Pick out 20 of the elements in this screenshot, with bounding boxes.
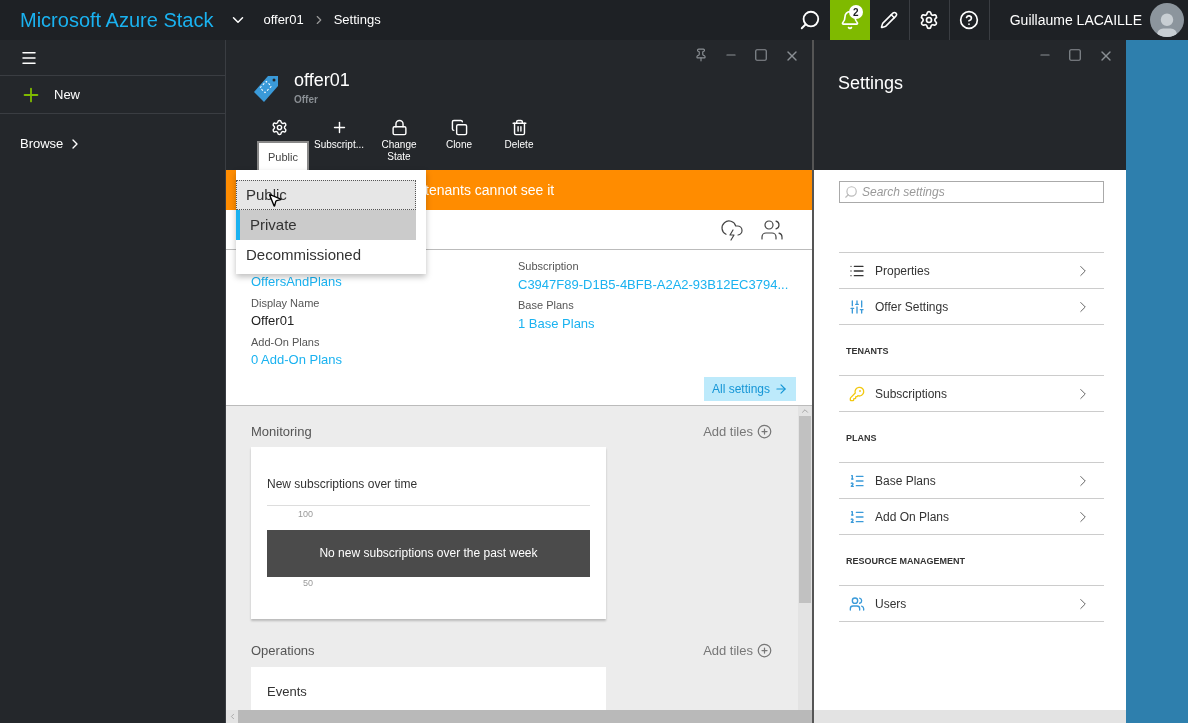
- blade-subtitle: Offer: [294, 93, 319, 107]
- tile-title: Events: [267, 683, 307, 699]
- field-value: Offer01: [251, 312, 296, 330]
- blade-title: offer01: [294, 69, 350, 92]
- field-label: Display Name: [251, 295, 321, 311]
- group-heading: PLANS: [846, 432, 877, 446]
- field-label: Base Plans: [518, 298, 575, 313]
- blade-title: Settings: [837, 72, 905, 95]
- group-heading: TENANTS: [846, 345, 889, 359]
- banner-text: tenants cannot see it: [425, 180, 555, 200]
- axis-label: 50: [303, 576, 314, 590]
- tile-title: New subscriptions over time: [267, 475, 590, 506]
- field-label: Subscription: [518, 259, 580, 274]
- group-heading: RESOURCE MANAGEMENT: [846, 555, 965, 569]
- field-label: Add-On Plans: [251, 334, 321, 350]
- axis-label: 100: [298, 508, 315, 521]
- section-title: Operations: [251, 642, 315, 660]
- section-title: Monitoring: [251, 422, 312, 441]
- notification-count: 2: [848, 5, 863, 19]
- empty-message: No new subscriptions over the past week: [267, 529, 590, 577]
